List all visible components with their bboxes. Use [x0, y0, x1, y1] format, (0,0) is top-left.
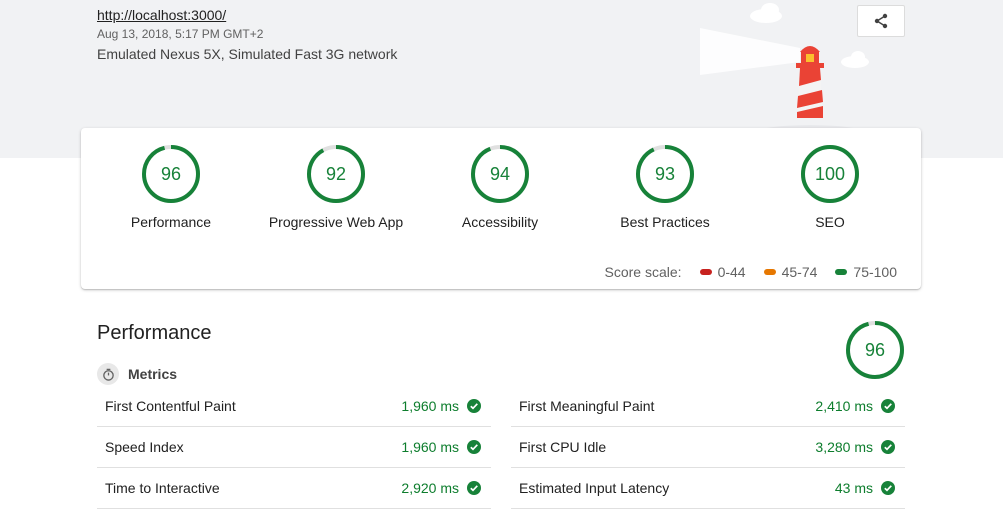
gauge-label: SEO	[815, 214, 845, 230]
scale-fail-marker	[699, 269, 712, 275]
gauge-score: 96	[161, 164, 181, 184]
gauge-accessibility[interactable]: 94 Accessibility	[410, 144, 590, 231]
gauge-best-practices[interactable]: 93 Best Practices	[575, 144, 755, 231]
metric-name: Speed Index	[105, 439, 184, 455]
gauge-ring: 93	[636, 145, 694, 203]
timer-icon	[97, 363, 119, 385]
metric-name: First CPU Idle	[519, 439, 607, 455]
gauge-pwa[interactable]: 92 Progressive Web App	[246, 144, 426, 231]
pass-check-icon	[467, 481, 481, 495]
metric-name: First Contentful Paint	[105, 398, 236, 414]
score-scale-legend: Score scale: 0-44 45-74 75-100	[605, 264, 897, 280]
metric-first-meaningful-paint[interactable]: First Meaningful Paint 2,410 ms	[511, 386, 905, 427]
metric-value: 3,280 ms	[815, 439, 873, 455]
metric-name: Time to Interactive	[105, 480, 220, 496]
gauge-ring: 100	[801, 145, 859, 203]
scale-pass-marker	[835, 269, 848, 275]
metric-first-contentful-paint[interactable]: First Contentful Paint 1,960 ms	[97, 386, 491, 427]
gauge-ring: 94	[471, 145, 529, 203]
pass-check-icon	[881, 399, 895, 413]
gauge-ring: 92	[307, 145, 365, 203]
gauge-ring: 96	[142, 145, 200, 203]
report-date: Aug 13, 2018, 5:17 PM GMT+2	[97, 27, 264, 41]
scale-pass-range: 75-100	[853, 264, 897, 280]
metric-time-to-interactive[interactable]: Time to Interactive 2,920 ms	[97, 468, 491, 509]
gauge-score: 94	[490, 164, 510, 184]
metric-estimated-input-latency[interactable]: Estimated Input Latency 43 ms	[511, 468, 905, 509]
gauge-label: Best Practices	[620, 214, 710, 230]
metric-value: 1,960 ms	[401, 439, 459, 455]
scale-average-marker	[763, 269, 776, 275]
gauge-ring: 96	[846, 321, 904, 379]
lighthouse-illustration	[700, 3, 870, 135]
gauge-score: 92	[326, 164, 346, 184]
metric-speed-index[interactable]: Speed Index 1,960 ms	[97, 427, 491, 468]
report-header: http://localhost:3000/ Aug 13, 2018, 5:1…	[97, 7, 397, 63]
gauge-label: Progressive Web App	[268, 214, 404, 230]
metrics-label: Metrics	[128, 366, 178, 382]
score-scale-label: Score scale:	[604, 264, 682, 280]
report-url-link[interactable]: http://localhost:3000/	[97, 7, 397, 24]
pass-check-icon	[881, 481, 895, 495]
metric-name: First Meaningful Paint	[519, 398, 655, 414]
gauge-label: Performance	[130, 214, 212, 230]
metrics-header: Metrics	[97, 363, 177, 385]
gauge-score: 100	[815, 164, 845, 184]
score-summary-card: 96 Performance 92 Progressive Web App 94…	[81, 128, 921, 289]
performance-gauge: 96	[845, 320, 905, 385]
metric-value: 1,960 ms	[401, 398, 459, 414]
gauge-performance[interactable]: 96 Performance	[81, 144, 261, 231]
scale-average-range: 45-74	[781, 264, 818, 280]
report-device: Emulated Nexus 5X, Simulated Fast 3G net…	[97, 46, 398, 62]
pass-check-icon	[467, 440, 481, 454]
metric-name: Estimated Input Latency	[519, 480, 670, 496]
metric-value: 2,410 ms	[815, 398, 873, 414]
pass-check-icon	[881, 440, 895, 454]
gauge-score: 93	[655, 164, 675, 184]
gauge-seo[interactable]: 100 SEO	[740, 144, 920, 231]
gauge-score: 96	[865, 340, 885, 360]
pass-check-icon	[467, 399, 481, 413]
scale-fail-range: 0-44	[717, 264, 746, 280]
metric-value: 43 ms	[834, 480, 873, 496]
gauge-label: Accessibility	[461, 214, 539, 230]
performance-section-title: Performance	[97, 322, 212, 344]
metric-first-cpu-idle[interactable]: First CPU Idle 3,280 ms	[511, 427, 905, 468]
metric-value: 2,920 ms	[401, 480, 459, 496]
